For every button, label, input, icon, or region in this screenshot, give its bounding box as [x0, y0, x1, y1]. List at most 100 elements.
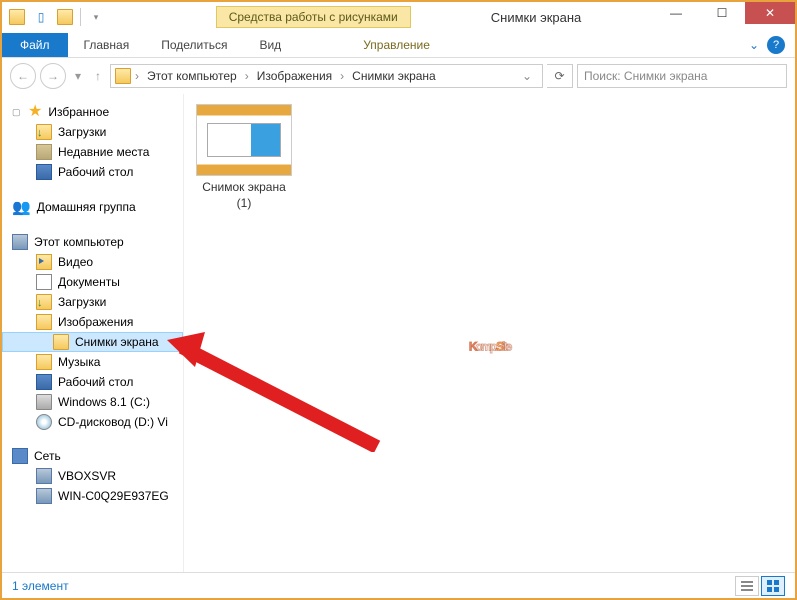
window-controls: — ☐ ✕ — [653, 2, 795, 24]
recent-icon — [36, 144, 52, 160]
tree-label: Рабочий стол — [58, 165, 133, 179]
breadcrumb-dropdown[interactable]: ⌄ — [516, 69, 538, 83]
folder-icon — [115, 68, 131, 84]
context-tab-label: Средства работы с рисунками — [216, 6, 411, 28]
sidebar-homegroup[interactable]: 👥 Домашняя группа — [2, 196, 183, 218]
sidebar-item-videos[interactable]: Видео — [2, 252, 183, 272]
breadcrumb-item[interactable]: Снимки экрана — [348, 67, 440, 85]
tab-home[interactable]: Главная — [68, 33, 146, 57]
sidebar-item-drive-c[interactable]: Windows 8.1 (C:) — [2, 392, 183, 412]
tree-label: Этот компьютер — [34, 235, 124, 249]
tree-label: Windows 8.1 (C:) — [58, 395, 150, 409]
minimize-button[interactable]: — — [653, 2, 699, 24]
downloads-icon — [36, 124, 52, 140]
chevron-right-icon[interactable]: › — [133, 69, 141, 83]
sidebar-item-screenshots[interactable]: Снимки экрана — [2, 332, 183, 352]
file-thumbnail — [196, 104, 292, 176]
breadcrumb-item[interactable]: Изображения — [253, 67, 336, 85]
folder-icon — [6, 6, 28, 28]
collapse-icon[interactable]: ▢ — [12, 107, 22, 118]
documents-icon — [36, 274, 52, 290]
tree-label: Музыка — [58, 355, 100, 369]
cd-icon — [36, 414, 52, 430]
new-folder-icon[interactable] — [54, 6, 76, 28]
sidebar-favorites[interactable]: ▢ ★ Избранное — [2, 102, 183, 122]
separator — [80, 8, 81, 26]
sidebar-computer[interactable]: Этот компьютер — [2, 232, 183, 252]
tab-view[interactable]: Вид — [243, 33, 297, 57]
computer-icon — [36, 488, 52, 504]
tree-label: CD-дисковод (D:) Vi — [58, 415, 168, 429]
title-bar: ▯ ▾ Средства работы с рисунками Снимки э… — [2, 2, 795, 32]
up-button[interactable]: ↑ — [90, 63, 106, 89]
homegroup-icon: 👥 — [12, 198, 31, 216]
network-icon — [12, 448, 28, 464]
tree-label: Рабочий стол — [58, 375, 133, 389]
explorer-window: ▯ ▾ Средства работы с рисунками Снимки э… — [0, 0, 797, 600]
sidebar-item-downloads[interactable]: Загрузки — [2, 292, 183, 312]
tree-label: Изображения — [58, 315, 133, 329]
tab-share[interactable]: Поделиться — [145, 33, 243, 57]
chevron-right-icon[interactable]: › — [243, 69, 251, 83]
search-placeholder: Поиск: Снимки экрана — [584, 69, 707, 83]
sidebar-item-pictures[interactable]: Изображения — [2, 312, 183, 332]
sidebar-item-vboxsvr[interactable]: VBOXSVR — [2, 466, 183, 486]
tree-label: Недавние места — [58, 145, 149, 159]
help-icon[interactable]: ? — [767, 36, 785, 54]
body: ▢ ★ Избранное Загрузки Недавние места Ра… — [2, 94, 795, 572]
recent-dropdown[interactable]: ▾ — [70, 63, 86, 89]
sidebar-item-drive-d[interactable]: CD-дисковод (D:) Vi — [2, 412, 183, 432]
tree-label: Избранное — [48, 105, 109, 119]
qat-dropdown-icon[interactable]: ▾ — [85, 6, 107, 28]
sidebar-item-desktop[interactable]: Рабочий стол — [2, 372, 183, 392]
tree-label: Загрузки — [58, 295, 106, 309]
sidebar-network[interactable]: Сеть — [2, 446, 183, 466]
search-input[interactable]: Поиск: Снимки экрана — [577, 64, 787, 88]
content-pane[interactable]: Снимок экрана (1) Komp.Site — [184, 94, 795, 572]
sidebar-item-music[interactable]: Музыка — [2, 352, 183, 372]
chevron-right-icon[interactable]: › — [338, 69, 346, 83]
maximize-button[interactable]: ☐ — [699, 2, 745, 24]
tree-label: Сеть — [34, 449, 61, 463]
music-icon — [36, 354, 52, 370]
sidebar-item-downloads[interactable]: Загрузки — [2, 122, 183, 142]
tree-label: Снимки экрана — [75, 335, 159, 349]
tab-manage[interactable]: Управление — [347, 33, 446, 57]
close-button[interactable]: ✕ — [745, 2, 795, 24]
forward-button[interactable]: → — [40, 63, 66, 89]
properties-icon[interactable]: ▯ — [30, 6, 52, 28]
tree-label: Документы — [58, 275, 120, 289]
desktop-icon — [36, 374, 52, 390]
icons-view-button[interactable] — [761, 576, 785, 596]
video-icon — [36, 254, 52, 270]
tree-label: Видео — [58, 255, 93, 269]
star-icon: ★ — [28, 104, 42, 120]
details-view-button[interactable] — [735, 576, 759, 596]
sidebar-item-win[interactable]: WIN-C0Q29E937EG — [2, 486, 183, 506]
sidebar-item-recent[interactable]: Недавние места — [2, 142, 183, 162]
refresh-button[interactable]: ⟳ — [547, 64, 573, 88]
folder-icon — [53, 334, 69, 350]
desktop-icon — [36, 164, 52, 180]
breadcrumb[interactable]: › Этот компьютер › Изображения › Снимки … — [110, 64, 543, 88]
navigation-pane: ▢ ★ Избранное Загрузки Недавние места Ра… — [2, 94, 184, 572]
file-name: Снимок экрана (1) — [194, 180, 294, 211]
window-title: Снимки экрана — [491, 10, 582, 25]
tree-label: Загрузки — [58, 125, 106, 139]
sidebar-item-desktop[interactable]: Рабочий стол — [2, 162, 183, 182]
tree-label: VBOXSVR — [58, 469, 116, 483]
computer-icon — [36, 468, 52, 484]
file-item[interactable]: Снимок экрана (1) — [194, 104, 294, 211]
back-button[interactable]: ← — [10, 63, 36, 89]
chevron-down-icon[interactable]: ⌄ — [749, 38, 759, 52]
status-text: 1 элемент — [12, 579, 69, 593]
sidebar-item-documents[interactable]: Документы — [2, 272, 183, 292]
downloads-icon — [36, 294, 52, 310]
status-bar: 1 элемент — [2, 572, 795, 598]
computer-icon — [12, 234, 28, 250]
disk-icon — [36, 394, 52, 410]
breadcrumb-item[interactable]: Этот компьютер — [143, 67, 241, 85]
watermark: Komp.Site — [469, 277, 510, 371]
ribbon-tabs: Файл Главная Поделиться Вид Управление ⌄… — [2, 32, 795, 58]
file-tab[interactable]: Файл — [2, 33, 68, 57]
